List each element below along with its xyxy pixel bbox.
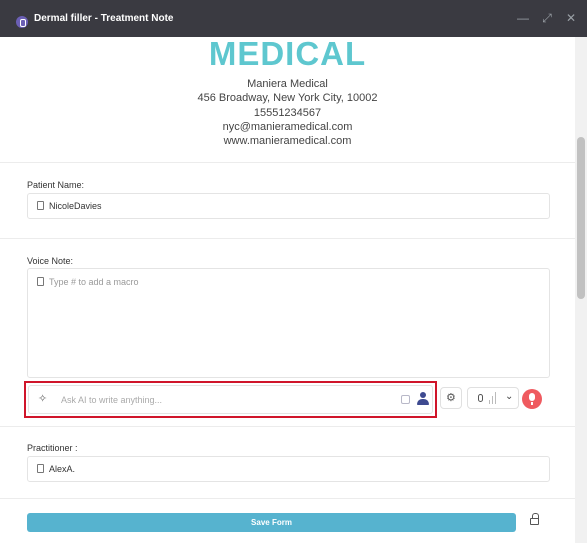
- voice-note-placeholder: Type # to add a macro: [49, 277, 139, 287]
- clinic-name: Maniera Medical: [247, 78, 328, 90]
- lock-icon[interactable]: [530, 513, 539, 525]
- divider: [0, 162, 575, 163]
- magic-wand-icon[interactable]: ✧: [38, 392, 47, 405]
- document-icon: [37, 277, 44, 286]
- document-icon: [37, 464, 44, 473]
- divider: [0, 426, 575, 427]
- settings-button[interactable]: ⚙: [440, 387, 462, 409]
- practitioner-value: AlexA.: [49, 464, 76, 474]
- minimize-icon[interactable]: —: [517, 11, 529, 25]
- practitioner-label: Practitioner :: [27, 443, 78, 453]
- maximize-icon[interactable]: ⤢: [541, 11, 553, 25]
- window-controls: — ⤢ ✕: [517, 11, 577, 25]
- template-icon[interactable]: [401, 395, 410, 404]
- patient-name-value: NicoleDavies: [49, 201, 102, 211]
- divider: [0, 238, 575, 239]
- close-icon[interactable]: ✕: [565, 11, 577, 25]
- clinic-email: nyc@manieramedical.com: [222, 121, 353, 133]
- audio-level-icon: [489, 392, 496, 404]
- record-button[interactable]: [522, 389, 542, 409]
- patient-name-label: Patient Name:: [27, 180, 85, 190]
- ai-prompt-input[interactable]: ✧ Ask AI to write anything...: [28, 385, 433, 414]
- document-icon: [37, 201, 44, 210]
- scrollbar[interactable]: [575, 37, 587, 543]
- scrollbar-thumb[interactable]: [577, 137, 585, 299]
- form-content: MEDICAL Maniera Medical 456 Broadway, Ne…: [0, 37, 575, 543]
- app-icon: [16, 15, 28, 28]
- voice-note-textarea[interactable]: Type # to add a macro: [27, 268, 550, 378]
- window-title: Dermal filler - Treatment Note: [34, 13, 174, 24]
- divider: [0, 498, 575, 499]
- ai-prompt-highlight: ✧ Ask AI to write anything...: [24, 381, 437, 418]
- clinic-website: www.manieramedical.com: [223, 135, 352, 147]
- microphone-icon: [478, 394, 483, 402]
- chevron-down-icon: ⌄: [505, 391, 514, 402]
- patient-name-field[interactable]: NicoleDavies: [27, 193, 550, 219]
- title-bar: Dermal filler - Treatment Note — ⤢ ✕: [0, 0, 587, 37]
- voice-note-label: Voice Note:: [27, 256, 74, 266]
- ai-prompt-placeholder: Ask AI to write anything...: [61, 395, 163, 405]
- clinic-address: 456 Broadway, New York City, 10002: [197, 92, 378, 104]
- microphone-select[interactable]: ⌄: [467, 387, 519, 409]
- save-form-button[interactable]: Save Form: [27, 513, 516, 532]
- gear-icon: ⚙: [446, 392, 456, 404]
- practitioner-field[interactable]: AlexA.: [27, 456, 550, 482]
- clinic-logo: MEDICAL: [208, 37, 367, 72]
- clinic-phone: 15551234567: [253, 107, 322, 119]
- user-icon[interactable]: [417, 392, 429, 406]
